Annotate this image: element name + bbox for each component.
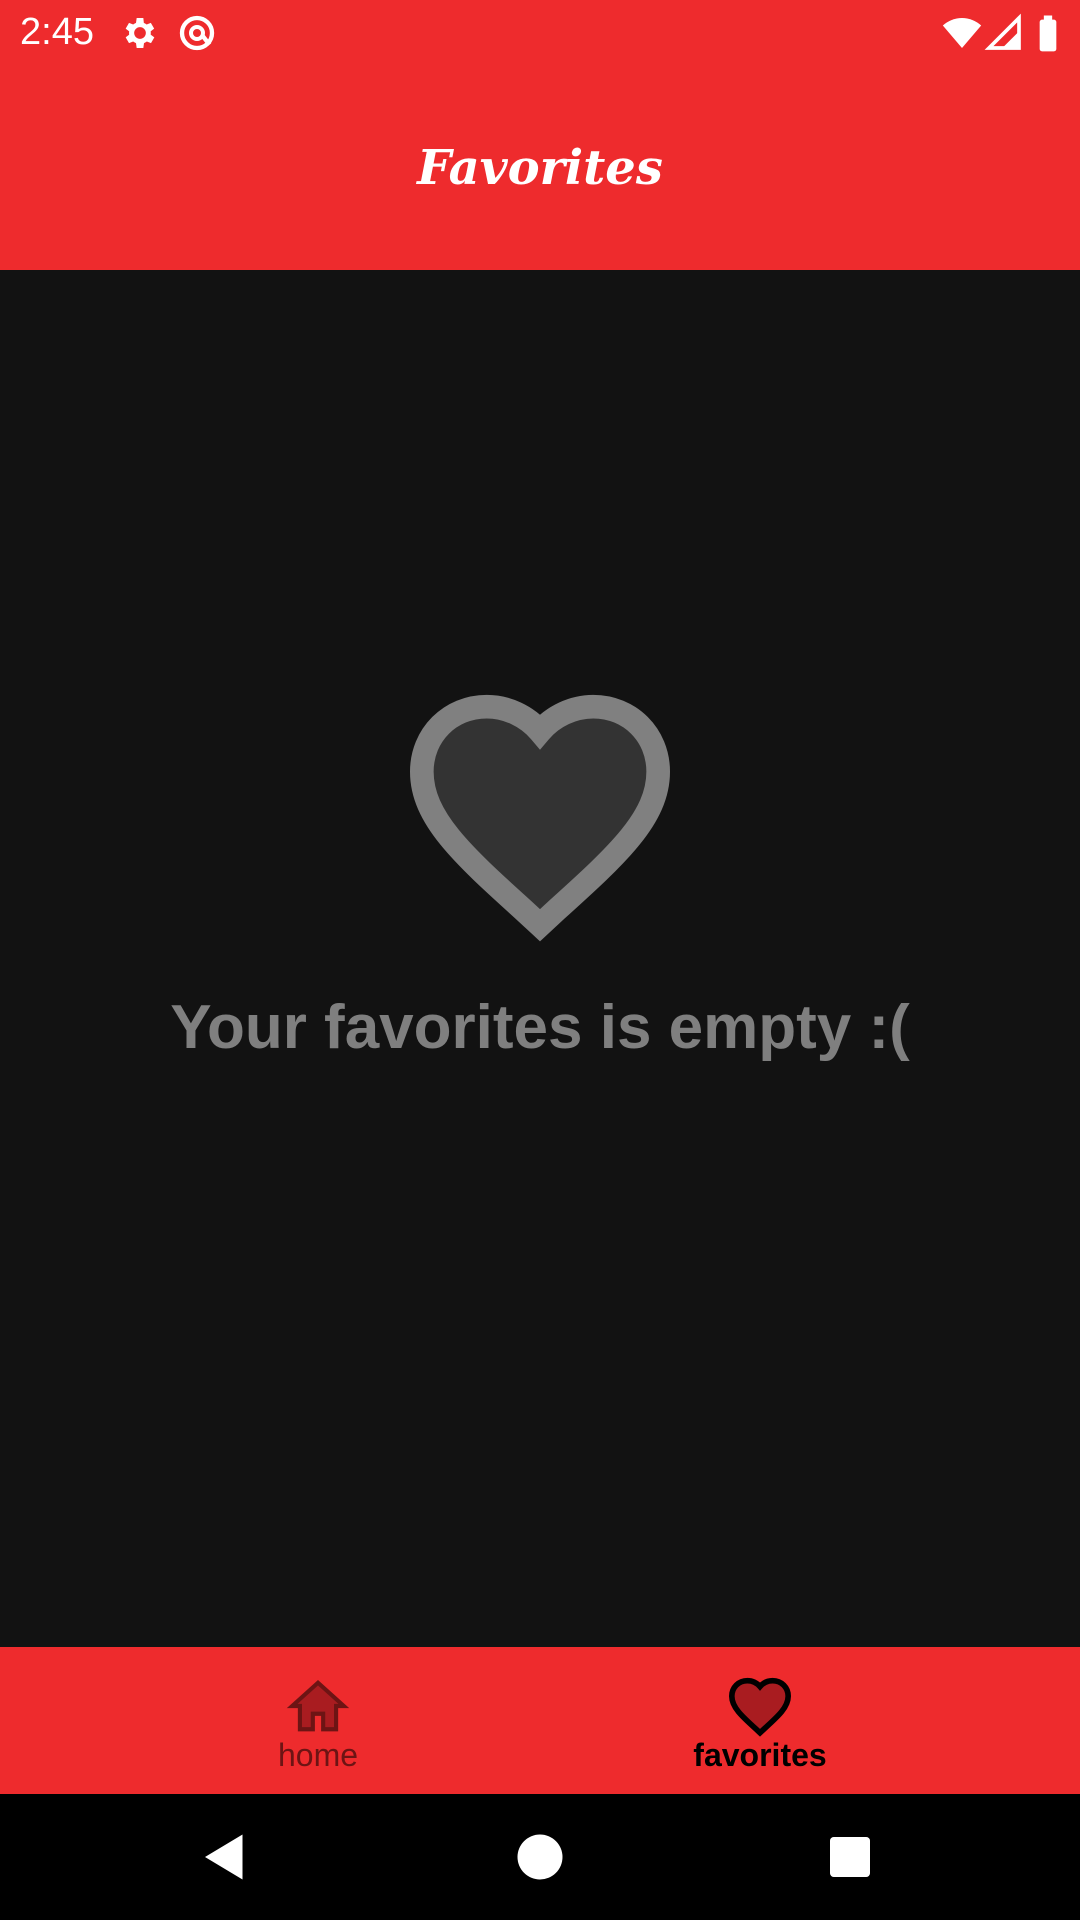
page-title: Favorites [417,140,663,196]
signal-icon [984,13,1021,50]
nav-label-favorites: favorites [693,1737,827,1773]
status-bar: 2:45 [0,0,1080,66]
status-time: 2:45 [20,11,94,53]
battery-icon [1039,15,1057,52]
back-triangle-icon[interactable] [195,1827,255,1887]
toolbar: Favorites [0,66,1080,270]
nav-item-favorites[interactable]: favorites [490,1647,1030,1794]
recents-square-icon[interactable] [820,1827,880,1887]
heart-icon [409,694,671,942]
bottom-navigation: home favorites [0,1647,1080,1794]
favorites-content: Your favorites is empty :( [0,270,1080,1647]
empty-state-message: Your favorites is empty :( [170,993,910,1062]
heart-icon [728,1677,792,1737]
gear-icon [125,18,155,48]
home-circle-icon[interactable] [510,1827,570,1887]
favorites-screen: 2:45 Favorites Your favorites is empty:… [0,0,1080,1920]
wifi-icon [942,18,982,48]
at-sign-icon [179,15,215,51]
home-icon [286,1679,350,1732]
system-navigation-bar [0,1794,1080,1920]
